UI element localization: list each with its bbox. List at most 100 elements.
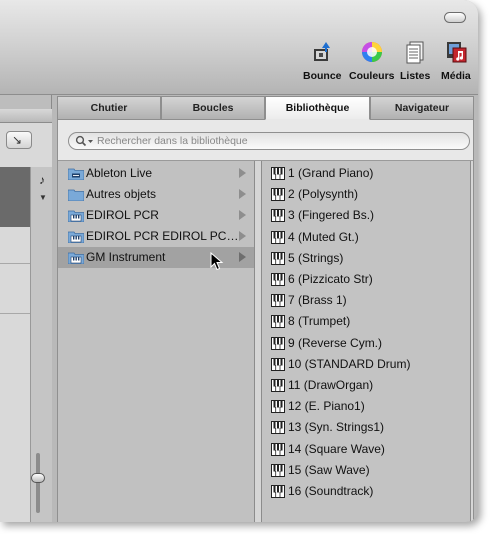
- patch-item[interactable]: 15 (Saw Wave): [262, 460, 470, 481]
- patch-item[interactable]: 5 (Strings): [262, 248, 470, 269]
- media-button[interactable]: Média: [441, 40, 471, 82]
- category-item-edirol-pcr[interactable]: EDIROL PCR: [58, 205, 254, 226]
- patch-label: 1 (Grand Piano): [288, 166, 374, 180]
- library-content: Rechercher dans la bibliothèque Ableton …: [57, 120, 474, 522]
- patch-item[interactable]: 11 (DrawOrgan): [262, 375, 470, 396]
- category-item-edirol-pcr-edirol[interactable]: EDIROL PCR EDIROL PC…: [58, 226, 254, 247]
- inspector-strip: ♪ ▼: [30, 167, 52, 522]
- patch-item[interactable]: 1 (Grand Piano): [262, 163, 470, 184]
- patch-item[interactable]: 12 (E. Piano1): [262, 396, 470, 417]
- patch-item[interactable]: 6 (Pizzicato Str): [262, 269, 470, 290]
- couleurs-label: Couleurs: [349, 70, 395, 82]
- chevron-right-icon: [239, 168, 246, 178]
- patch-item[interactable]: 3 (Fingered Bs.): [262, 205, 470, 226]
- patch-item[interactable]: 2 (Polysynth): [262, 184, 470, 205]
- piano-icon: [271, 251, 285, 265]
- toolbar-toggle-button[interactable]: [444, 12, 466, 23]
- tab-chutier[interactable]: Chutier: [57, 96, 161, 120]
- category-label: EDIROL PCR EDIROL PC…: [86, 229, 239, 243]
- patch-item[interactable]: 14 (Square Wave): [262, 439, 470, 460]
- pointer-tool-icon: ↘: [12, 133, 23, 147]
- arrange-ruler: [0, 109, 52, 123]
- patch-item[interactable]: 8 (Trumpet): [262, 311, 470, 332]
- zoom-slider-knob[interactable]: [31, 473, 45, 483]
- media-icon: [446, 42, 467, 63]
- folder-icon: [68, 189, 84, 201]
- chevron-right-icon: [239, 189, 246, 199]
- category-label: Ableton Live: [86, 166, 153, 180]
- category-item-autres-objets[interactable]: Autres objets: [58, 184, 254, 205]
- bounce-icon: [314, 42, 331, 61]
- lists-icon: [406, 41, 424, 64]
- logic-window: Bounce Couleurs Listes Média ↘ ♪ ▼ Chuti…: [0, 0, 478, 522]
- ableton-folder-icon: [68, 168, 84, 180]
- category-label: Autres objets: [86, 187, 157, 201]
- piano-icon: [271, 315, 285, 329]
- patch-label: 8 (Trumpet): [288, 314, 351, 329]
- piano-icon: [271, 442, 285, 456]
- library-panel: Chutier Boucles Bibliothèque Navigateur …: [57, 96, 474, 522]
- patch-label: 5 (Strings): [288, 250, 344, 265]
- color-wheel-icon: [361, 42, 382, 62]
- search-icon[interactable]: [75, 135, 97, 148]
- search-input[interactable]: Rechercher dans la bibliothèque: [68, 132, 470, 150]
- piano-icon: [271, 294, 285, 308]
- piano-icon: [271, 379, 285, 392]
- empty-column: [470, 161, 473, 522]
- patch-label: 14 (Square Wave): [288, 441, 385, 456]
- tab-boucles[interactable]: Boucles: [161, 96, 265, 120]
- instrument-folder-icon: [68, 252, 84, 264]
- mouse-cursor-icon: [210, 252, 224, 271]
- listes-button[interactable]: Listes: [400, 40, 430, 82]
- patch-item[interactable]: 16 (Soundtrack): [262, 481, 470, 502]
- library-columns: Ableton Live Autres objets EDIROL PCR ED…: [58, 160, 473, 522]
- category-item-ableton-live[interactable]: Ableton Live: [58, 163, 254, 184]
- instrument-folder-icon: [68, 231, 84, 243]
- selected-track-header[interactable]: [0, 167, 30, 227]
- piano-icon: [271, 188, 285, 202]
- divider: [0, 313, 30, 314]
- patch-label: 7 (Brass 1): [288, 293, 347, 308]
- toolbar: Bounce Couleurs Listes Média: [0, 0, 478, 95]
- chevron-down-icon[interactable]: ▼: [39, 193, 47, 202]
- bounce-label: Bounce: [303, 70, 342, 82]
- piano-icon: [271, 357, 285, 371]
- chevron-right-icon: [239, 210, 246, 220]
- patch-item[interactable]: 10 (STANDARD Drum): [262, 354, 470, 375]
- arrange-panel-partial: ↘ ♪ ▼: [0, 95, 52, 522]
- zoom-slider-track[interactable]: [36, 453, 40, 513]
- patch-label: 12 (E. Piano1): [288, 399, 365, 414]
- patch-label: 11 (DrawOrgan): [288, 378, 374, 392]
- tab-bibliotheque[interactable]: Bibliothèque: [265, 96, 370, 120]
- instrument-folder-icon: [68, 210, 84, 222]
- patch-item[interactable]: 9 (Reverse Cym.): [262, 333, 470, 354]
- search-placeholder: Rechercher dans la bibliothèque: [97, 135, 248, 147]
- patch-item[interactable]: 13 (Syn. Strings1): [262, 417, 470, 438]
- patch-item[interactable]: 4 (Muted Gt.): [262, 227, 470, 248]
- media-label: Média: [441, 70, 471, 82]
- bounce-button[interactable]: Bounce: [303, 40, 342, 82]
- piano-icon: [271, 209, 285, 223]
- patch-label: 16 (Soundtrack): [288, 484, 374, 498]
- patch-label: 3 (Fingered Bs.): [288, 208, 375, 223]
- patch-label: 2 (Polysynth): [288, 187, 359, 202]
- music-note-icon: ♪: [39, 173, 45, 187]
- patch-list: 1 (Grand Piano) 2 (Polysynth) 3 (Fingered …: [261, 161, 470, 522]
- patch-item[interactable]: 7 (Brass 1): [262, 290, 470, 311]
- piano-icon: [271, 400, 285, 414]
- tool-menu-button[interactable]: ↘: [6, 131, 32, 149]
- divider: [0, 263, 30, 264]
- piano-icon: [271, 336, 285, 350]
- chevron-right-icon: [239, 252, 246, 262]
- couleurs-button[interactable]: Couleurs: [349, 40, 395, 82]
- category-list: Ableton Live Autres objets EDIROL PCR ED…: [58, 161, 255, 522]
- tab-bar: Chutier Boucles Bibliothèque Navigateur: [57, 96, 474, 120]
- category-label: EDIROL PCR: [86, 208, 159, 222]
- patch-label: 10 (STANDARD Drum): [288, 356, 411, 371]
- tab-navigateur[interactable]: Navigateur: [370, 96, 474, 120]
- category-label: GM Instrument: [86, 250, 166, 264]
- chevron-right-icon: [239, 231, 246, 241]
- patch-label: 4 (Muted Gt.): [288, 229, 359, 244]
- patch-label: 13 (Syn. Strings1): [288, 420, 385, 435]
- piano-icon: [271, 421, 285, 435]
